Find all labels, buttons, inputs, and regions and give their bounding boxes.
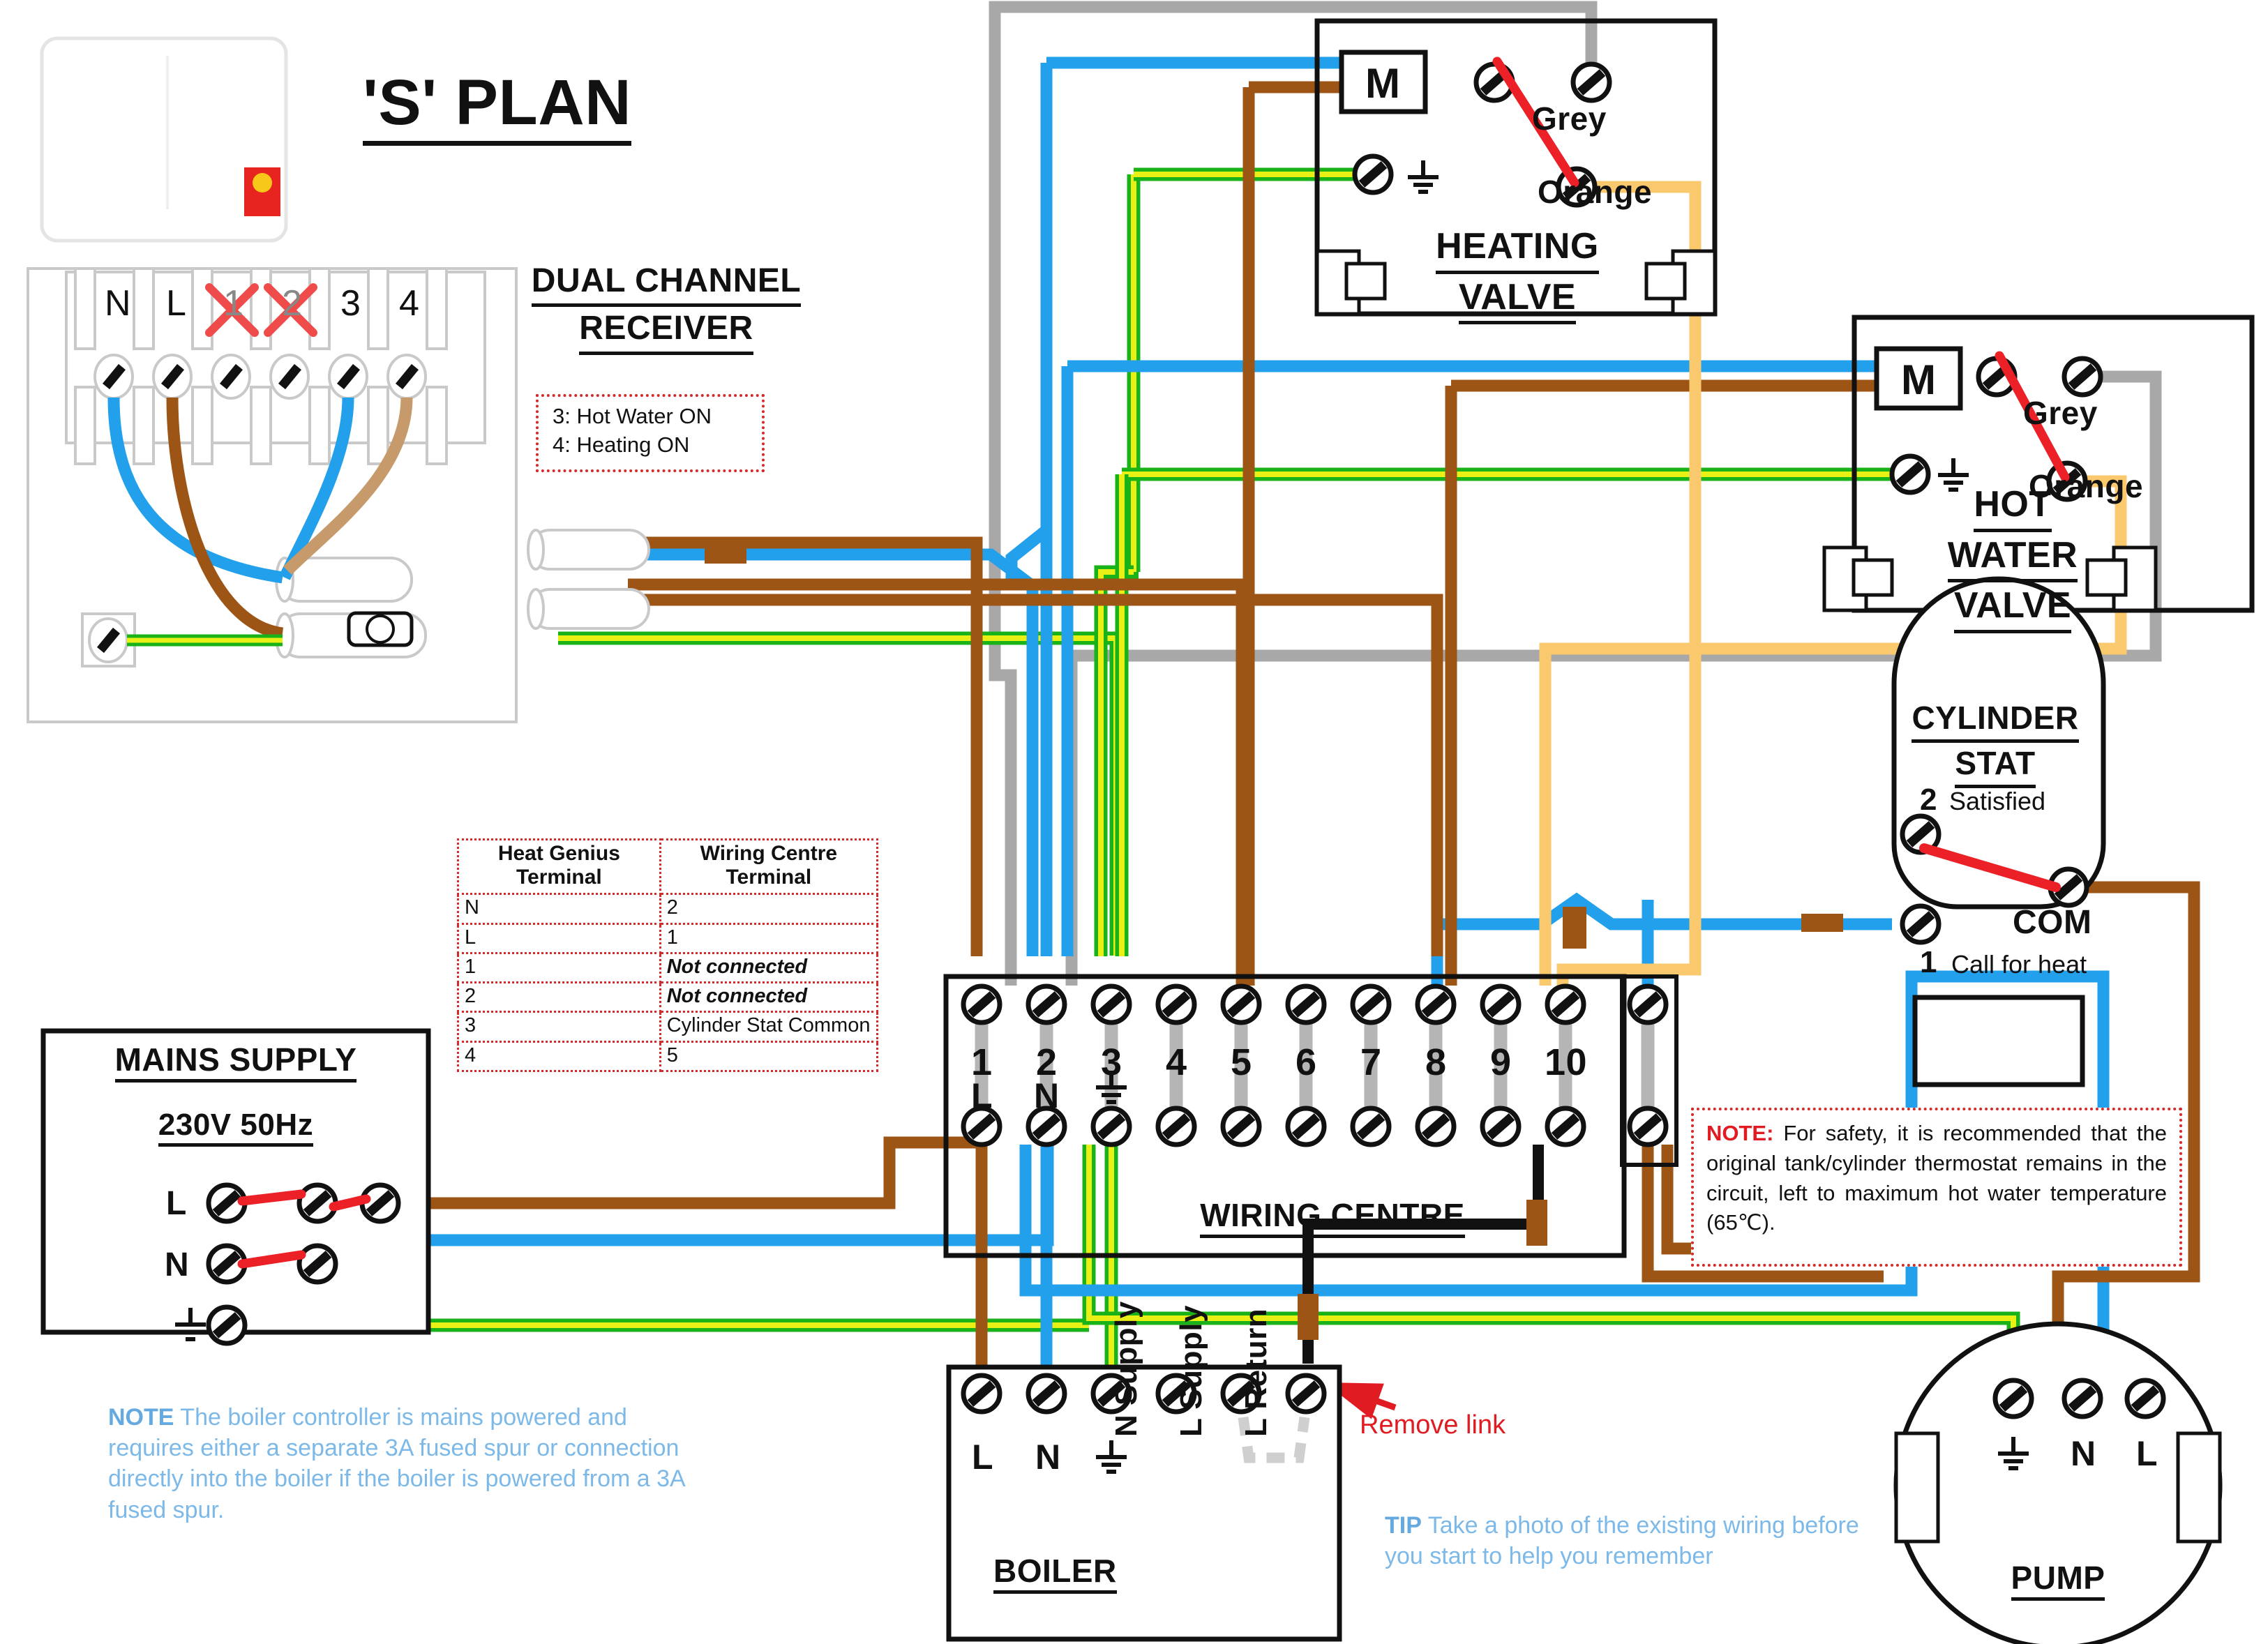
- photo-tip: TIP Take a photo of the existing wiring …: [1385, 1510, 1894, 1571]
- wc-terminal-number-7: 7: [1360, 1041, 1382, 1083]
- photo-tip-label: TIP: [1385, 1512, 1422, 1539]
- hw-valve-title-line3: VALVE: [1953, 582, 2072, 633]
- remove-link-annotation: Remove link: [1360, 1410, 1506, 1440]
- boiler-terminal-label-L: L: [972, 1438, 994, 1477]
- receiver-terminal-label-2: 2: [282, 283, 302, 324]
- wiring-centre-title: WIRING CENTRE: [1186, 1196, 1479, 1238]
- hw-valve-title-line2: WATER: [1947, 532, 2078, 583]
- map-cell-genius: 3: [457, 1011, 661, 1043]
- map-cell-centre: 2: [659, 893, 879, 925]
- cylinder-stat-terminal-2-number: 2: [1920, 783, 1937, 817]
- heating-valve-title: HEATING VALVE: [1353, 223, 1681, 325]
- mains-terminal-label-N: N: [165, 1246, 190, 1283]
- receiver-terminal-label-N: N: [105, 283, 131, 324]
- hw-valve-orange-label: Orange: [2029, 468, 2144, 504]
- map-cell-genius: 2: [457, 981, 661, 1013]
- wc-terminal-number-9: 9: [1490, 1041, 1512, 1083]
- boiler-terminal-label-l-supply: L Supply: [1174, 1305, 1208, 1437]
- cylinder-stat-terminal-1-label: Call for heat: [1951, 950, 2087, 979]
- pump-terminal-label-L: L: [2136, 1434, 2158, 1473]
- cylinder-stat-terminal-2-label: Satisfied: [1949, 787, 2046, 815]
- mains-supply-title: MAINS SUPPLY: [43, 1041, 428, 1083]
- photo-tip-text: Take a photo of the existing wiring befo…: [1385, 1512, 1859, 1570]
- wc-terminal-role-L: L: [971, 1076, 993, 1115]
- boiler-terminal-label-l-return: L Return: [1239, 1308, 1273, 1437]
- mains-supply-title-text: MAINS SUPPLY: [114, 1041, 357, 1083]
- wc-terminal-role-N: N: [1034, 1076, 1060, 1115]
- boiler-terminal-label-N: N: [1035, 1438, 1061, 1477]
- map-cell-genius: 4: [457, 1040, 661, 1073]
- cylinder-stat-terminal-1-number: 1: [1920, 945, 1937, 979]
- map-cell-genius: L: [457, 922, 661, 954]
- wc-terminal-number-10: 10: [1545, 1041, 1588, 1083]
- cylinder-stat-common-label: COM: [2013, 904, 2092, 941]
- heating-valve-title-line1: HEATING: [1436, 223, 1599, 274]
- mains-supply-rating-text: 230V 50Hz: [158, 1108, 314, 1147]
- wc-terminal-number-3: 3: [1101, 1041, 1122, 1083]
- terminal-mapping-table: Heat Genius Terminal Wiring Centre Termi…: [457, 838, 879, 1073]
- boiler-power-note-text: The boiler controller is mains powered a…: [108, 1404, 684, 1523]
- boiler-title-text: BOILER: [993, 1552, 1117, 1594]
- map-header-centre: Wiring Centre Terminal: [659, 838, 879, 896]
- wc-terminal-number-4: 4: [1166, 1041, 1187, 1083]
- heating-valve-motor-label: M: [1365, 60, 1401, 107]
- boiler-box: [946, 1364, 1342, 1642]
- map-cell-centre: 1: [659, 922, 879, 954]
- wc-terminal-number-8: 8: [1425, 1041, 1447, 1083]
- boiler-power-note: NOTE The boiler controller is mains powe…: [108, 1402, 708, 1525]
- cylinder-stat-title-line2: STAT: [1955, 743, 2036, 788]
- receiver-legend-line-2: 4: Heating ON: [553, 432, 690, 457]
- receiver-legend-box: 3: Hot Water ON 4: Heating ON: [536, 394, 765, 472]
- receiver-heading: DUAL CHANNEL RECEIVER: [516, 259, 816, 355]
- heating-valve-orange-label: Orange: [1538, 174, 1653, 210]
- wiring-diagram-canvas: 'S' PLAN DUAL CHANNEL RECEIVER N L 1 2 3…: [0, 0, 2268, 1644]
- receiver-terminal-label-4: 4: [399, 283, 419, 324]
- boiler-title: BOILER: [993, 1552, 1117, 1594]
- map-cell-centre: Cylinder Stat Common: [659, 1011, 879, 1043]
- map-cell-genius: 1: [457, 951, 661, 983]
- receiver-legend-line-1: 3: Hot Water ON: [553, 404, 712, 428]
- receiver-heading-line1: DUAL CHANNEL: [531, 259, 802, 308]
- map-cell-centre: Not connected: [659, 981, 879, 1013]
- cylinder-stat-title: CYLINDER STAT: [1887, 697, 2103, 788]
- wc-terminal-number-5: 5: [1231, 1041, 1252, 1083]
- hw-valve-motor-label: M: [1901, 356, 1937, 403]
- cylinder-stat-box: [1891, 576, 2106, 1087]
- wc-terminal-number-6: 6: [1296, 1041, 1317, 1083]
- receiver-heading-line2: RECEIVER: [579, 307, 753, 355]
- map-header-genius: Heat Genius Terminal: [457, 838, 661, 896]
- page-title-text: 'S' PLAN: [363, 66, 632, 146]
- boiler-power-note-label: NOTE: [108, 1404, 174, 1431]
- map-cell-centre: Not connected: [659, 951, 879, 983]
- safety-note-label: NOTE:: [1706, 1121, 1774, 1145]
- wiring-centre-title-text: WIRING CENTRE: [1200, 1196, 1465, 1238]
- hw-valve-grey-label: Grey: [2023, 395, 2098, 431]
- map-cell-genius: N: [457, 893, 661, 925]
- boiler-terminal-label-n-supply: N Supply: [1109, 1301, 1143, 1437]
- receiver-terminal-label-1: 1: [223, 283, 243, 324]
- cylinder-stat-title-line1: CYLINDER: [1912, 697, 2079, 743]
- heating-valve-grey-label: Grey: [1532, 100, 1607, 137]
- mains-terminal-label-L: L: [166, 1185, 187, 1222]
- safety-note-text: For safety, it is recommended that the o…: [1706, 1121, 2167, 1235]
- pump-title-text: PUMP: [2011, 1559, 2105, 1601]
- receiver-unit: [40, 36, 288, 243]
- safety-note-box: NOTE: For safety, it is recommended that…: [1691, 1108, 2182, 1267]
- pump-terminal-label-N: N: [2071, 1434, 2096, 1473]
- receiver-terminal-label-L: L: [166, 283, 186, 324]
- map-cell-centre: 5: [659, 1040, 879, 1073]
- mains-supply-rating: 230V 50Hz: [43, 1108, 428, 1147]
- pump-title: PUMP: [1953, 1559, 2163, 1601]
- page-title: 'S' PLAN: [363, 66, 632, 146]
- receiver-terminal-label-3: 3: [340, 283, 361, 324]
- heating-valve-title-line2: VALVE: [1458, 274, 1577, 325]
